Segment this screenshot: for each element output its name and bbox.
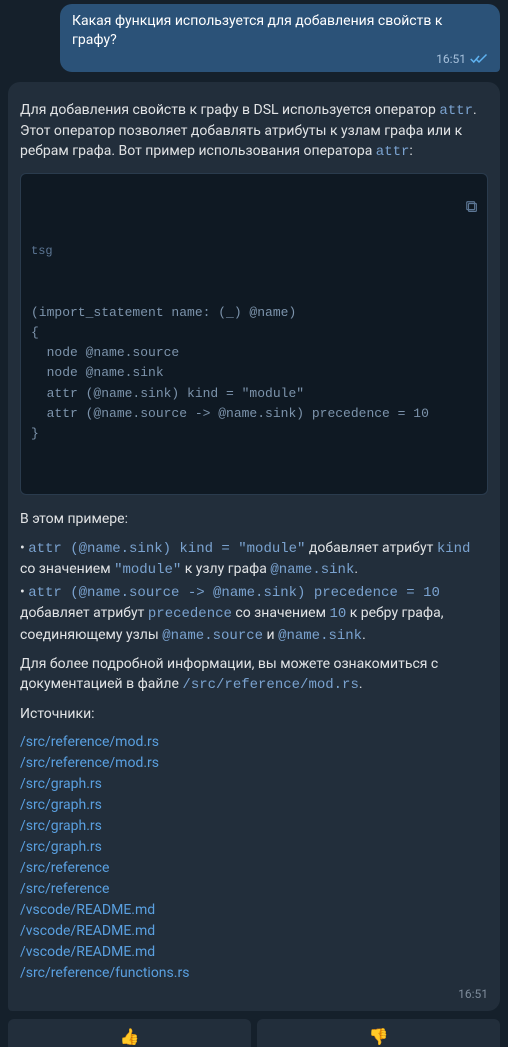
sources-list: /src/reference/mod.rs/src/reference/mod.…: [20, 732, 488, 984]
source-link[interactable]: /vscode/README.md: [20, 921, 488, 942]
text: .: [362, 627, 366, 643]
reaction-row: 👍 👎: [8, 1019, 500, 1047]
source-link[interactable]: /src/reference/mod.rs: [20, 732, 488, 753]
text: к узлу графа: [181, 561, 270, 577]
source-link[interactable]: /src/reference/functions.rs: [20, 963, 488, 984]
code-token: kind: [437, 541, 471, 557]
code-token: /src/reference/mod.rs: [182, 677, 358, 693]
text: добавляет атрибут: [20, 605, 148, 621]
incoming-time: 16:51: [458, 986, 488, 1003]
intro-paragraph: Для добавления свойств к графу в DSL исп…: [20, 100, 488, 163]
outgoing-meta: 16:51: [72, 52, 488, 66]
code-token: precedence: [148, 606, 232, 622]
outgoing-time: 16:51: [436, 52, 466, 66]
code-token: attr: [439, 103, 473, 119]
code-lang: tsg: [31, 242, 477, 261]
text: .: [359, 676, 363, 692]
source-link[interactable]: /vscode/README.md: [20, 942, 488, 963]
source-link[interactable]: /src/graph.rs: [20, 774, 488, 795]
text: добавляет атрибут: [305, 540, 436, 556]
text: Для добавления свойств к графу в DSL исп…: [20, 102, 439, 118]
bullet-1: • attr (@name.sink) kind = "module" доба…: [20, 538, 488, 581]
text: со значением: [232, 605, 330, 621]
source-link[interactable]: /src/graph.rs: [20, 816, 488, 837]
code-token: attr (@name.sink) kind = "module": [28, 541, 305, 557]
code-token: attr (@name.source -> @name.sink) preced…: [28, 585, 440, 601]
code-token: attr: [376, 144, 410, 160]
source-link[interactable]: /src/reference: [20, 858, 488, 879]
outgoing-message: Какая функция используется для добавлени…: [60, 4, 500, 72]
incoming-message: Для добавления свойств к графу в DSL исп…: [8, 82, 500, 1012]
code-block: tsg (import_statement name: (_) @name) {…: [20, 173, 488, 496]
source-link[interactable]: /src/graph.rs: [20, 837, 488, 858]
source-link[interactable]: /vscode/README.md: [20, 900, 488, 921]
code-token: "module": [114, 562, 181, 578]
bullet-2: • attr (@name.source -> @name.sink) prec…: [20, 582, 488, 646]
thumbs-up-button[interactable]: 👍: [8, 1019, 251, 1047]
more-info: Для более подробной информации, вы может…: [20, 654, 488, 696]
text: :: [409, 143, 412, 159]
code-token: @name.sink: [278, 628, 362, 644]
copy-icon[interactable]: [403, 180, 479, 241]
text: и: [263, 627, 278, 643]
code-token: 10: [329, 606, 346, 622]
code-token: @name.sink: [270, 562, 354, 578]
sources-label: Источники:: [20, 704, 488, 724]
incoming-body: Для добавления свойств к графу в DSL исп…: [20, 100, 488, 1004]
outgoing-text: Какая функция используется для добавлени…: [72, 12, 488, 50]
code-token: @name.source: [162, 628, 263, 644]
code-content: (import_statement name: (_) @name) { nod…: [31, 303, 477, 444]
example-header: В этом примере:: [20, 509, 488, 529]
thumbs-down-button[interactable]: 👎: [257, 1019, 500, 1047]
read-checks-icon: [470, 53, 488, 65]
text: со значением: [20, 561, 114, 577]
source-link[interactable]: /src/reference: [20, 879, 488, 900]
source-link[interactable]: /src/graph.rs: [20, 795, 488, 816]
source-link[interactable]: /src/reference/mod.rs: [20, 753, 488, 774]
text: .: [354, 561, 358, 577]
